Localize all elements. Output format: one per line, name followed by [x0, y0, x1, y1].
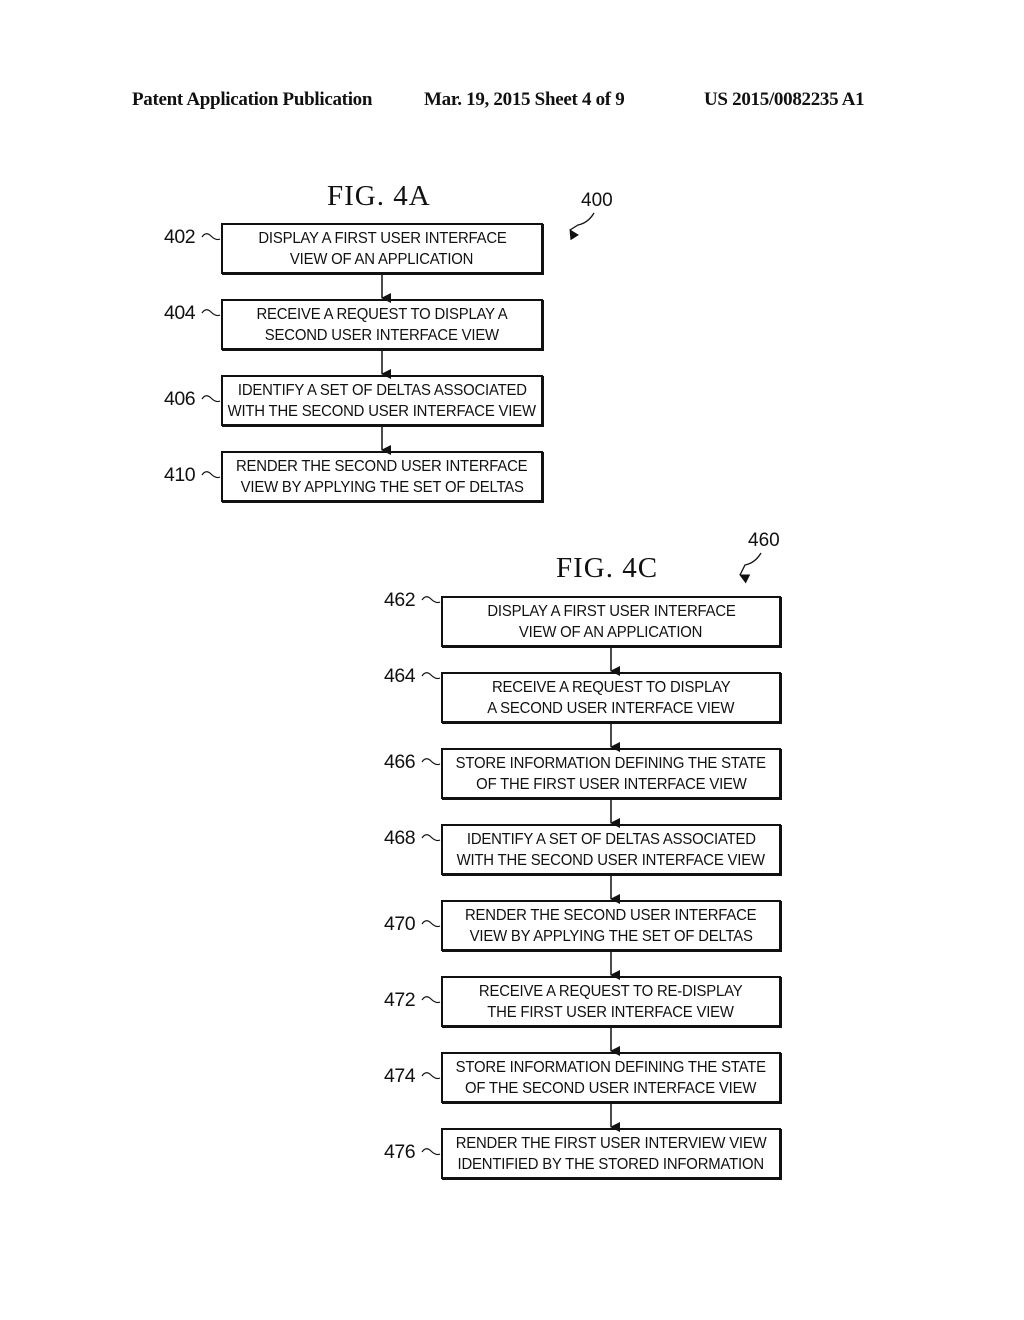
leader-line — [421, 1072, 441, 1080]
leader-line — [421, 758, 441, 766]
leader-line — [421, 920, 441, 928]
leader-line — [421, 834, 441, 842]
leader-line — [421, 596, 441, 604]
leader-line — [201, 471, 221, 479]
leader-line — [201, 309, 221, 317]
leader-line — [421, 1148, 441, 1156]
flowchart-connectors — [201, 212, 762, 1156]
leader-line — [421, 672, 441, 680]
reference-arrow-400 — [569, 212, 595, 241]
leader-line — [201, 233, 221, 241]
leader-line — [421, 996, 441, 1004]
leader-line — [201, 395, 221, 403]
reference-arrow-460 — [739, 552, 762, 584]
